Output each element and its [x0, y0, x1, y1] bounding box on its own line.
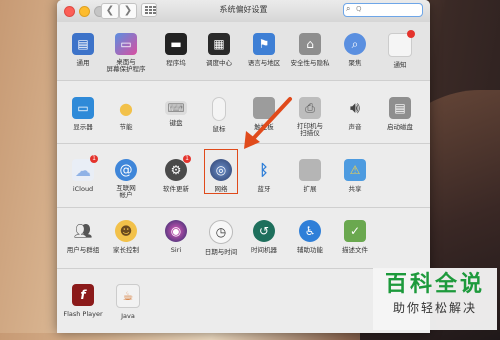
watermark-subtitle: 助你轻松解决	[392, 301, 477, 315]
watermark-title: 百科全说	[384, 272, 485, 297]
watermark: 百科全说 助你轻松解决	[373, 268, 497, 330]
